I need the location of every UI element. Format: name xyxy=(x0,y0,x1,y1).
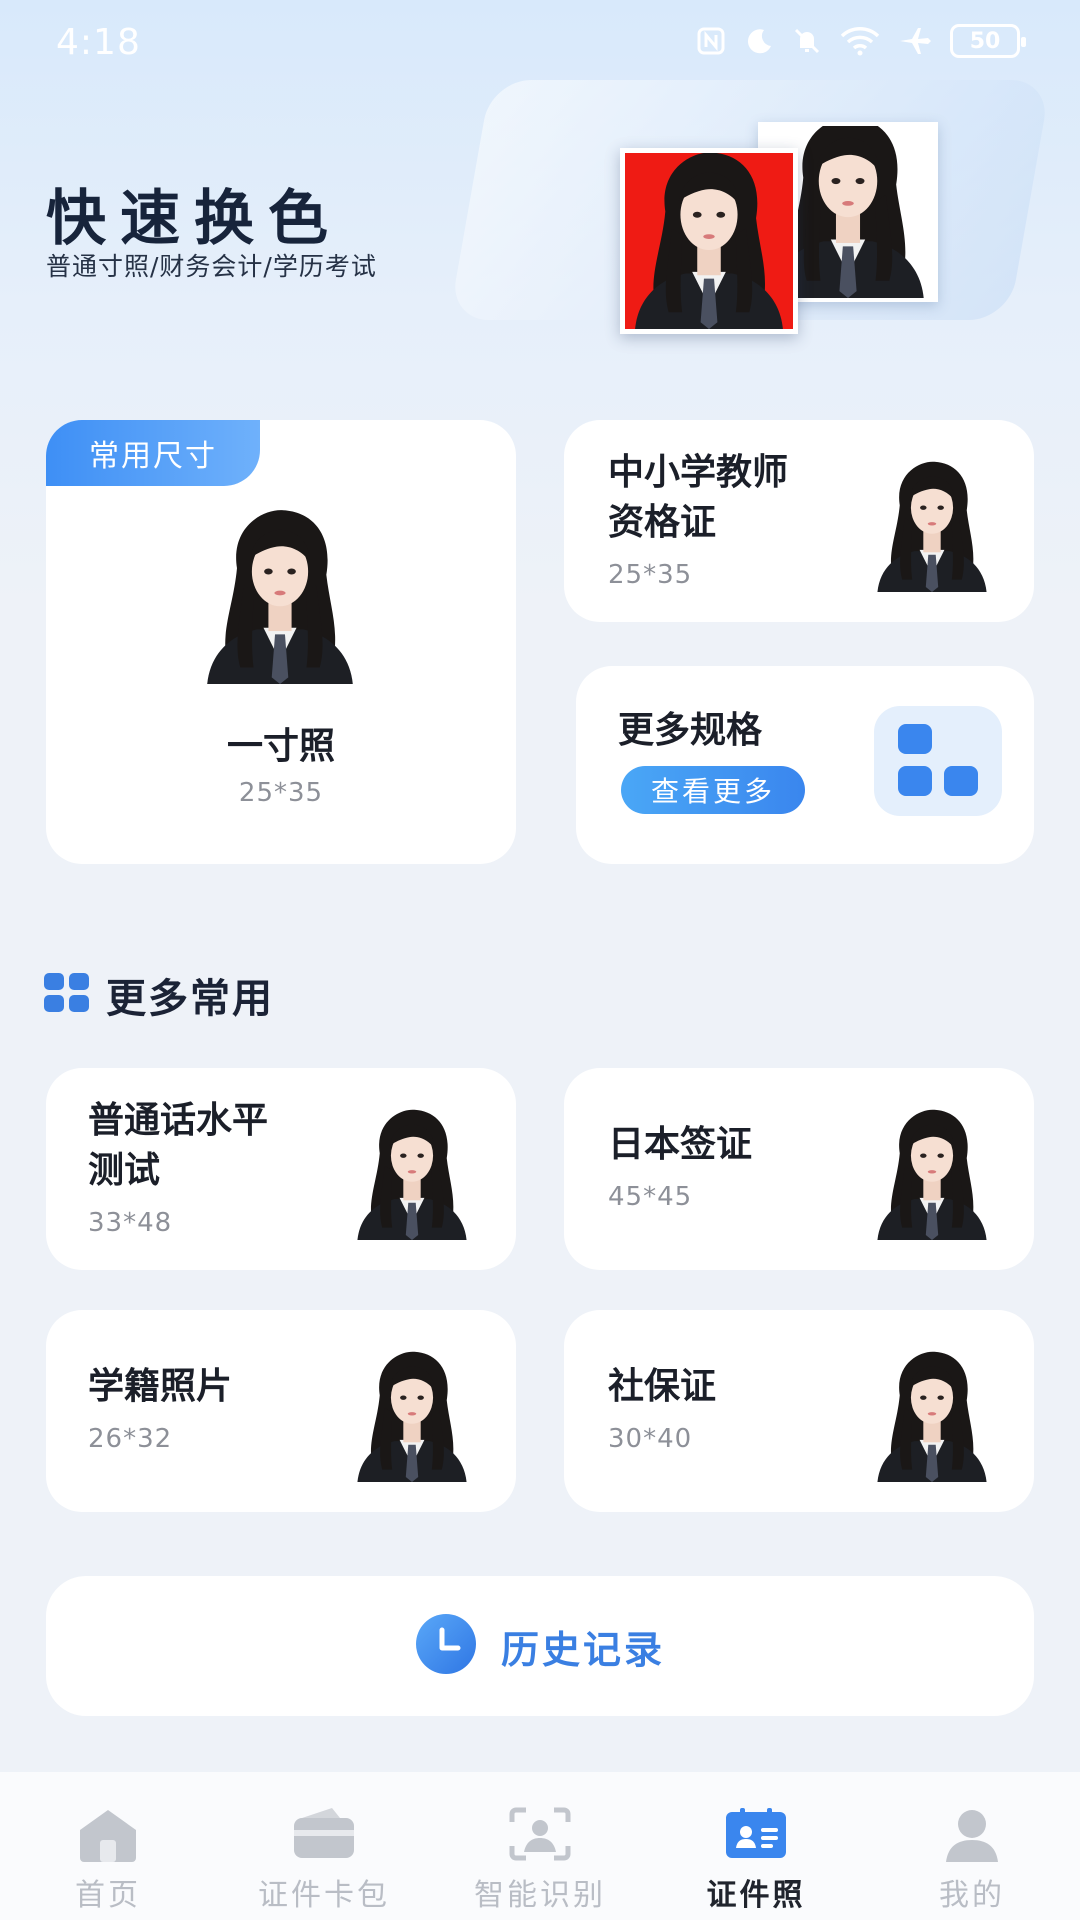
user-icon xyxy=(940,1806,1004,1862)
section-title: 更多常用 xyxy=(106,976,274,1022)
nav-idphoto[interactable]: 证件照 xyxy=(648,1772,864,1920)
id-card-icon xyxy=(724,1806,788,1862)
clock-icon xyxy=(415,1613,477,1679)
status-bar: 4:18 50 xyxy=(0,0,1080,90)
status-time: 4:18 xyxy=(56,22,141,63)
featured-card-one-inch[interactable]: 常用尺寸 一寸照 25*35 xyxy=(46,420,516,864)
item-title-line1: 日本签证 xyxy=(608,1124,753,1165)
grid-icon xyxy=(874,706,1002,816)
history-label: 历史记录 xyxy=(500,1627,665,1672)
item-card-japan-visa[interactable]: 日本签证 45*45 xyxy=(564,1068,1034,1270)
item-card-mandarin[interactable]: 普通话水平 测试 33*48 xyxy=(46,1068,516,1270)
airplane-icon xyxy=(898,26,932,56)
featured-size: 25*35 xyxy=(238,778,324,808)
item-card-student-record[interactable]: 学籍照片 26*32 xyxy=(46,1310,516,1512)
hero-subtitle: 普通寸照/财务会计/学历考试 xyxy=(46,252,377,281)
nav-home[interactable]: 首页 xyxy=(0,1772,216,1920)
item-title-line1: 普通话水平 xyxy=(88,1100,269,1141)
item-photo xyxy=(350,1346,474,1482)
mute-icon xyxy=(792,26,822,56)
item-size: 26*32 xyxy=(88,1424,173,1454)
teacher-card-photo xyxy=(870,456,994,592)
nav-wallet-label: 证件卡包 xyxy=(258,1878,390,1913)
wifi-icon xyxy=(840,26,880,56)
item-photo xyxy=(870,1104,994,1240)
featured-photo xyxy=(198,502,362,684)
item-photo xyxy=(350,1104,474,1240)
item-title-line1: 学籍照片 xyxy=(88,1366,233,1407)
battery-indicator: 50 xyxy=(950,24,1026,58)
nav-mine[interactable]: 我的 xyxy=(864,1772,1080,1920)
page: 4:18 50 快速换色 普通寸照/财务会计/学历考试 常用尺寸 一寸照 25*… xyxy=(0,0,1080,1920)
teacher-card-title-line1: 中小学教师 xyxy=(608,452,789,493)
section-grid-icon xyxy=(44,973,90,1017)
common-size-tag: 常用尺寸 xyxy=(46,420,260,486)
teacher-card-size: 25*35 xyxy=(608,560,693,590)
nav-wallet[interactable]: 证件卡包 xyxy=(216,1772,432,1920)
more-specs-card[interactable]: 更多规格 查看更多 xyxy=(576,666,1034,864)
nav-recognize[interactable]: 智能识别 xyxy=(432,1772,648,1920)
nfc-icon xyxy=(696,26,726,56)
teacher-card-title-line2: 资格证 xyxy=(608,502,717,543)
featured-title: 一寸照 xyxy=(226,726,335,767)
nav-recognize-label: 智能识别 xyxy=(474,1878,606,1913)
item-size: 33*48 xyxy=(88,1208,173,1238)
more-specs-title: 更多规格 xyxy=(618,710,763,751)
item-size: 30*40 xyxy=(608,1424,693,1454)
nav-home-label: 首页 xyxy=(75,1878,141,1913)
item-card-social-security[interactable]: 社保证 30*40 xyxy=(564,1310,1034,1512)
item-title-line2: 测试 xyxy=(88,1150,161,1191)
item-photo xyxy=(870,1346,994,1482)
card-wallet-icon xyxy=(292,1806,356,1862)
teacher-certificate-card[interactable]: 中小学教师 资格证 25*35 xyxy=(564,420,1034,622)
moon-icon xyxy=(744,26,774,56)
status-icons: 50 xyxy=(696,24,1026,58)
hero-photo-red[interactable] xyxy=(620,148,798,334)
item-size: 45*45 xyxy=(608,1182,693,1212)
hero-title: 快速换色 xyxy=(46,184,342,254)
history-button[interactable]: 历史记录 xyxy=(46,1576,1034,1716)
home-icon xyxy=(76,1806,140,1862)
nav-idphoto-label: 证件照 xyxy=(706,1878,806,1913)
scan-person-icon xyxy=(508,1806,572,1862)
view-more-button[interactable]: 查看更多 xyxy=(621,766,805,814)
bottom-nav: 首页 证件卡包 智能识别 证件照 我的 xyxy=(0,1772,1080,1920)
item-title-line1: 社保证 xyxy=(608,1366,717,1407)
nav-mine-label: 我的 xyxy=(939,1878,1005,1913)
